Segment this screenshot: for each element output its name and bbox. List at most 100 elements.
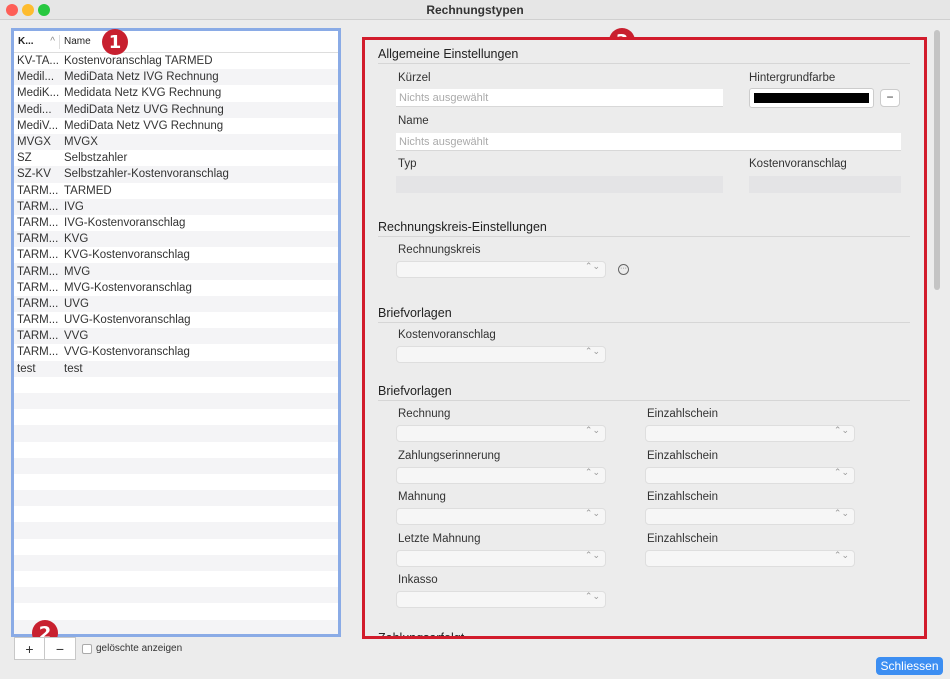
kuerzel-field[interactable]: Nichts ausgewählt (396, 89, 723, 107)
list-item[interactable]: TARM... VVG-Kostenvoranschlag (14, 344, 338, 360)
list-item[interactable] (14, 554, 338, 571)
kv-field (749, 176, 901, 193)
select-chevron-icon: ⌃⌄ (584, 591, 600, 601)
mahnung-select[interactable]: ⌃⌄ (396, 508, 606, 525)
list-item-code: SZ-KV (17, 168, 51, 181)
letzte-mahnung-select[interactable]: ⌃⌄ (396, 550, 606, 567)
list-item-name: Selbstzahler-Kostenvoranschlag (64, 168, 229, 181)
list-item[interactable]: Medil... MediData Netz IVG Rechnung (14, 69, 338, 86)
list-item[interactable]: test test (14, 360, 338, 377)
list-item[interactable]: TARM... IVG (14, 198, 338, 215)
list-item[interactable]: TARM... KVG-Kostenvoranschlag (14, 247, 338, 263)
list-item[interactable]: KV-TA... Kostenvoranschlag TARMED (14, 53, 338, 69)
select-chevron-icon: ⌃⌄ (584, 467, 600, 477)
name-field[interactable]: Nichts ausgewählt (396, 133, 901, 151)
list-item[interactable] (14, 522, 338, 539)
einzahlschein-select-4[interactable]: ⌃⌄ (645, 550, 855, 567)
list-item-code: TARM... (17, 216, 59, 229)
column-header-name[interactable]: Name (60, 36, 91, 47)
close-button[interactable]: Schliessen (876, 657, 943, 675)
show-deleted-checkbox[interactable] (82, 643, 92, 654)
mahnung-label: Mahnung (398, 491, 446, 503)
list-item[interactable] (14, 409, 338, 425)
einzahlschein-select-2[interactable]: ⌃⌄ (645, 467, 855, 484)
list-item-code: TARM... (17, 184, 59, 197)
list-item[interactable]: SZ-KV Selbstzahler-Kostenvoranschlag (14, 166, 338, 183)
list-item[interactable]: TARM... MVG-Kostenvoranschlag (14, 280, 338, 296)
list-item-name: MVGX (64, 136, 98, 149)
bg-color-label: Hintergrundfarbe (749, 72, 836, 84)
list-item[interactable]: TARM... MVG (14, 263, 338, 280)
zahlungserinnerung-select[interactable]: ⌃⌄ (396, 467, 606, 484)
list-item[interactable] (14, 457, 338, 474)
list-item-name: VVG (64, 330, 89, 343)
einzahlschein-select-1[interactable]: ⌃⌄ (645, 425, 855, 442)
select-chevron-icon: ⌃⌄ (584, 550, 600, 560)
remove-button[interactable]: − (45, 638, 75, 659)
kuerzel-label: Kürzel (398, 72, 431, 84)
window-title: Rechnungstypen (426, 3, 524, 17)
list-item[interactable]: TARM... KVG (14, 231, 338, 248)
list-item[interactable] (14, 539, 338, 555)
list-item[interactable] (14, 506, 338, 522)
list-item-code: TARM... (17, 265, 59, 278)
list-item-name: IVG-Kostenvoranschlag (64, 216, 186, 229)
list-item-name: TARMED (64, 184, 112, 197)
show-deleted-toggle[interactable]: gelöschte anzeigen (82, 643, 182, 654)
add-button[interactable]: + (15, 638, 46, 659)
list-item[interactable]: MediK... Medidata Netz KVG Rechnung (14, 85, 338, 101)
list-item[interactable] (14, 571, 338, 587)
list-item[interactable] (14, 442, 338, 458)
column-header-code[interactable]: K... ^ (14, 34, 60, 49)
bg-color-swatch (754, 93, 869, 103)
billing-type-list[interactable]: K... ^ Name KV-TA... Kostenvoranschlag TA… (11, 28, 341, 637)
list-item-name: VVG-Kostenvoranschlag (64, 346, 190, 359)
list-item[interactable] (14, 425, 338, 442)
einzahlschein-label-3: Einzahlschein (647, 491, 718, 503)
list-item-name: MediData Netz UVG Rechnung (64, 103, 224, 116)
list-item[interactable] (14, 377, 338, 393)
list-item[interactable] (14, 474, 338, 490)
list-item[interactable]: SZ Selbstzahler (14, 150, 338, 166)
rechnung-select[interactable]: ⌃⌄ (396, 425, 606, 442)
list-item[interactable]: MVGX MVGX (14, 133, 338, 151)
list-item-name: KVG (64, 233, 89, 246)
inkasso-select[interactable]: ⌃⌄ (396, 591, 606, 608)
list-item[interactable] (14, 490, 338, 507)
panel-scrollbar[interactable] (933, 28, 941, 648)
more-options-icon[interactable]: ··· (618, 264, 629, 275)
list-item-code: Medil... (17, 71, 55, 84)
list-item-code: TARM... (17, 297, 59, 310)
list-item[interactable]: MediV... MediData Netz VVG Rechnung (14, 118, 338, 134)
templates-kv-select[interactable]: ⌃⌄ (396, 346, 606, 363)
list-item[interactable] (14, 392, 338, 410)
scrollbar-thumb[interactable] (934, 30, 940, 290)
list-item-name: Kostenvoranschlag TARMED (64, 55, 213, 68)
list-item[interactable] (14, 587, 338, 604)
list-item[interactable]: TARM... IVG-Kostenvoranschlag (14, 215, 338, 231)
select-chevron-icon: ⌃⌄ (833, 550, 849, 560)
list-item[interactable]: TARM... UVG-Kostenvoranschlag (14, 312, 338, 328)
show-deleted-label: gelöschte anzeigen (96, 643, 183, 654)
list-item[interactable]: TARM... TARMED (14, 183, 338, 199)
list-item-code: MediK... (17, 87, 60, 100)
list-item-name: MVG-Kostenvoranschlag (64, 281, 192, 294)
list-item-code: TARM... (17, 346, 59, 359)
list-item[interactable]: TARM... UVG (14, 295, 338, 312)
sort-ascending-icon: ^ (50, 36, 55, 47)
list-item[interactable] (14, 619, 338, 634)
list-item-code: TARM... (17, 233, 59, 246)
bg-color-well[interactable] (749, 88, 874, 108)
einzahlschein-label-4: Einzahlschein (647, 533, 718, 545)
list-item-code: MVGX (17, 136, 51, 149)
bg-color-remove-button[interactable]: − (880, 89, 900, 107)
list-item-name: IVG (64, 200, 84, 213)
list-item-code: TARM... (17, 330, 59, 343)
rechnungskreis-select[interactable]: ⌃⌄ (396, 261, 606, 278)
section-title-templates-1: Briefvorlagen (378, 306, 452, 320)
list-item[interactable] (14, 603, 338, 619)
list-item[interactable]: Medi... MediData Netz UVG Rechnung (14, 101, 338, 118)
list-item[interactable]: TARM... VVG (14, 328, 338, 345)
annotation-badge-1: 1 (102, 29, 128, 55)
einzahlschein-select-3[interactable]: ⌃⌄ (645, 508, 855, 525)
